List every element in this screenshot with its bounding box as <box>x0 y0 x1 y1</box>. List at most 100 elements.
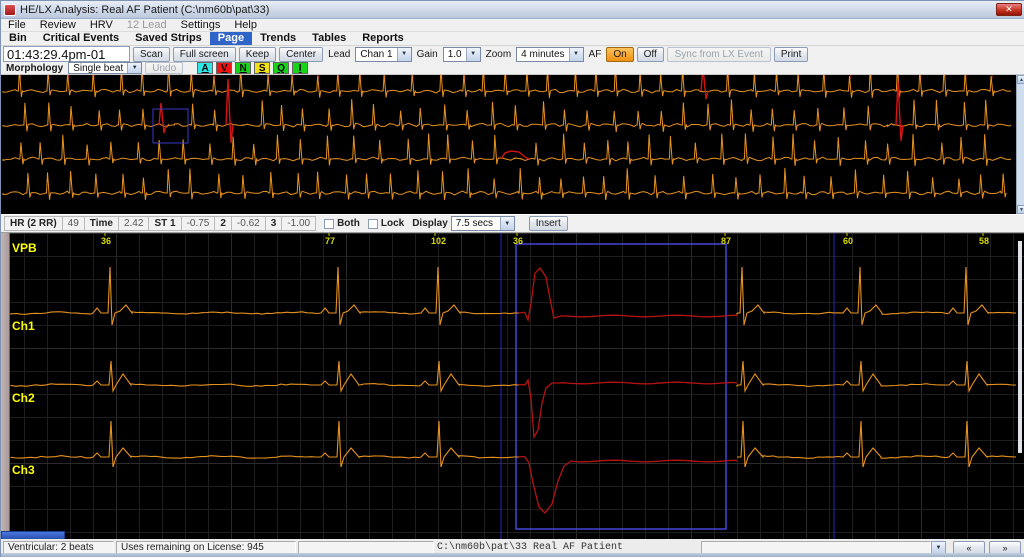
ecg-row-trace <box>3 75 1011 98</box>
full-screen-button[interactable]: Full screen <box>173 47 236 62</box>
tab-tables[interactable]: Tables <box>304 32 354 45</box>
morphology-toolbar: Morphology Single beat ▼ Undo A V N S Q … <box>1 62 1024 75</box>
Ch2-trace <box>11 361 519 391</box>
hr-value-label: 60 <box>843 236 853 246</box>
beat-class-n-button[interactable]: N <box>235 62 251 74</box>
zoom-select[interactable]: 4 minutes ▼ <box>516 47 583 62</box>
main-toolbar: 01:43:29.4pm-01 Scan Full screen Keep Ce… <box>1 46 1024 62</box>
patient-path-label: C:\nm60b\pat\33 Real AF Patient <box>437 542 623 553</box>
menu-12lead: 12 Lead <box>120 19 174 31</box>
ecg-row-trace <box>3 99 1011 132</box>
time-field[interactable]: 01:43:29.4pm-01 <box>3 46 130 62</box>
ecg-row-trace <box>3 168 1006 200</box>
menu-settings[interactable]: Settings <box>174 19 228 31</box>
Ch1-trace <box>11 267 519 325</box>
chevron-down-icon[interactable]: ▼ <box>466 48 480 61</box>
chevron-down-icon[interactable]: ▼ <box>569 48 583 61</box>
hr-value-label: 102 <box>431 236 446 246</box>
beat-panel-left-scrollbar[interactable] <box>1 233 10 539</box>
time-value: 2.42 <box>124 218 143 229</box>
tab-saved-strips[interactable]: Saved Strips <box>127 32 210 45</box>
st3-label: 3 <box>271 218 277 229</box>
ecg-vertical-scrollbar[interactable]: ▲ ▼ <box>1016 75 1024 214</box>
lock-checkbox[interactable] <box>368 219 378 229</box>
scan-button[interactable]: Scan <box>133 47 170 62</box>
hr-value-label: 36 <box>513 236 523 246</box>
st1-label: ST 1 <box>154 218 175 229</box>
beat-class-a-button[interactable]: A <box>197 62 213 74</box>
menu-file[interactable]: File <box>1 19 33 31</box>
insert-button[interactable]: Insert <box>529 216 568 231</box>
menu-hrv[interactable]: HRV <box>83 19 120 31</box>
tab-reports[interactable]: Reports <box>354 32 412 45</box>
print-button[interactable]: Print <box>774 47 809 62</box>
measurement-toolbar: HR (2 RR) 49 Time 2.42 ST 1 -0.75 2 -0.6… <box>1 214 1024 233</box>
menu-help[interactable]: Help <box>227 19 264 31</box>
beat-review-ecg-traces <box>1 233 1024 539</box>
morphology-label: Morphology <box>4 63 65 74</box>
chevron-down-icon[interactable]: ▼ <box>397 48 411 61</box>
beat-class-v-button[interactable]: V <box>216 62 232 74</box>
both-checkbox[interactable] <box>324 219 334 229</box>
close-icon[interactable]: ✕ <box>996 3 1022 16</box>
lead-select[interactable]: Chan 1 ▼ <box>355 47 411 62</box>
both-label: Both <box>337 218 360 229</box>
gain-select[interactable]: 1.0 ▼ <box>443 47 481 62</box>
tab-trends[interactable]: Trends <box>252 32 304 45</box>
Ch1-trace <box>737 267 1016 325</box>
chevron-down-icon[interactable]: ▼ <box>500 217 514 230</box>
display-select[interactable]: 7.5 secs ▼ <box>451 216 515 231</box>
lead-label: Lead <box>326 49 352 60</box>
ectopic-beat <box>226 79 233 143</box>
tab-bin[interactable]: Bin <box>1 32 35 45</box>
hr-value-label: 87 <box>721 236 731 246</box>
gain-value: 1.0 <box>444 49 466 60</box>
ectopic-beat <box>896 81 903 141</box>
beat-class-s-button[interactable]: S <box>254 62 270 74</box>
hr-value-label: 58 <box>979 236 989 246</box>
gain-label: Gain <box>415 49 440 60</box>
beat-class-i-button[interactable]: I <box>292 62 308 74</box>
menu-bar: File Review HRV 12 Lead Settings Help <box>1 19 1024 32</box>
lock-label: Lock <box>381 218 404 229</box>
full-disclosure-ecg-panel[interactable]: ▲ ▼ <box>1 75 1024 214</box>
zoom-label: Zoom <box>484 49 514 60</box>
st1-value: -0.75 <box>187 218 210 229</box>
scroll-up-icon[interactable]: ▲ <box>1017 75 1024 84</box>
morphology-mode-value: Single beat <box>69 63 127 74</box>
full-disclosure-ecg-traces <box>1 75 1016 214</box>
window-bottom-edge <box>1 553 1024 557</box>
time-label: Time <box>90 218 113 229</box>
tab-page[interactable]: Page <box>210 32 252 45</box>
Ch3-trace <box>737 421 1016 467</box>
window-title: HE/LX Analysis: Real AF Patient (C:\nm60… <box>20 4 269 16</box>
display-value: 7.5 secs <box>452 218 500 229</box>
tab-critical-events[interactable]: Critical Events <box>35 32 127 45</box>
undo-button: Undo <box>145 62 183 74</box>
chevron-down-icon[interactable]: ▼ <box>127 63 141 73</box>
beat-panel-right-scrollbar[interactable] <box>1018 241 1022 453</box>
display-label: Display <box>412 218 448 229</box>
af-on-button[interactable]: On <box>606 47 633 62</box>
view-tabs: Bin Critical Events Saved Strips Page Tr… <box>1 32 1024 46</box>
hr-value: 49 <box>68 218 79 229</box>
hr-value-label: 77 <box>325 236 335 246</box>
Ch3-vpb-trace <box>519 457 737 514</box>
keep-button[interactable]: Keep <box>239 47 276 62</box>
hr-value-label: 36 <box>101 236 111 246</box>
beat-review-panel[interactable]: 367710236876058 VPBCh1Ch2Ch3 <box>1 233 1024 539</box>
scroll-down-icon[interactable]: ▼ <box>1017 205 1024 214</box>
Ch1-vpb-trace <box>519 268 737 320</box>
beat-class-q-button[interactable]: Q <box>273 62 289 74</box>
st2-label: 2 <box>220 218 226 229</box>
morphology-mode-select[interactable]: Single beat ▼ <box>68 62 142 74</box>
menu-review[interactable]: Review <box>33 19 83 31</box>
status-bar: Ventricular: 2 beats Uses remaining on L… <box>1 539 1024 557</box>
app-icon <box>4 4 16 16</box>
ecg-row-trace <box>3 133 1011 166</box>
af-off-button[interactable]: Off <box>637 47 664 62</box>
ectopic-beat <box>701 75 708 99</box>
center-button[interactable]: Center <box>279 47 323 62</box>
Ch2-vpb-trace <box>519 380 737 437</box>
lead-value: Chan 1 <box>356 49 396 60</box>
